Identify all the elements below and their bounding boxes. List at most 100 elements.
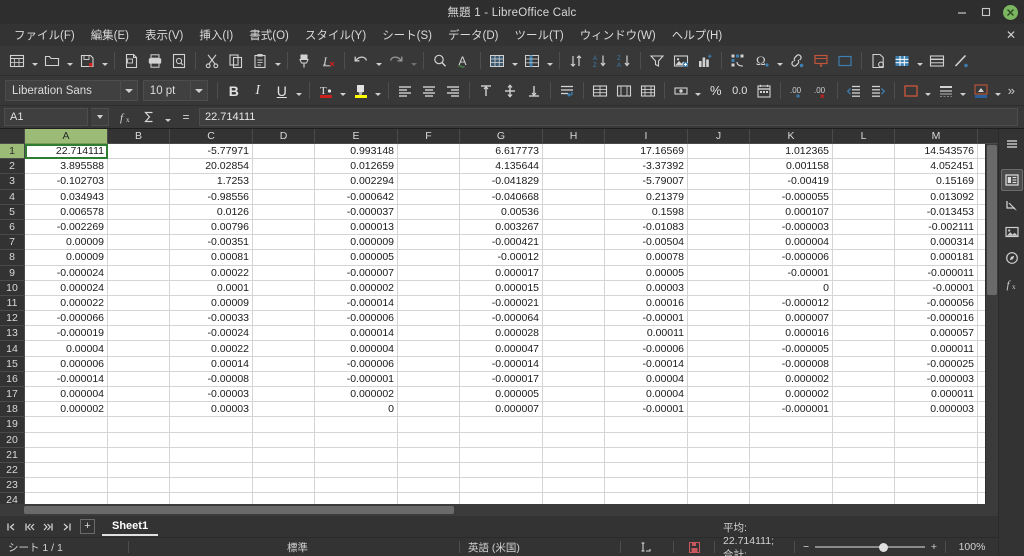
- cell-l9[interactable]: [833, 265, 895, 281]
- bold-button[interactable]: B: [222, 79, 246, 103]
- cell-c22[interactable]: [170, 462, 253, 479]
- currency-icon[interactable]: [669, 79, 693, 103]
- sidebar-functions-icon[interactable]: fx: [1001, 273, 1023, 295]
- cell-l6[interactable]: [833, 219, 895, 236]
- zoom-slider[interactable]: − +: [795, 538, 945, 556]
- font-name-input[interactable]: Liberation Sans: [5, 80, 121, 101]
- cell-b2[interactable]: [108, 159, 170, 175]
- cell-m19[interactable]: [895, 417, 978, 433]
- cell-c24[interactable]: [170, 493, 253, 504]
- menu-edit[interactable]: 編集(E): [83, 25, 137, 45]
- cell-g16[interactable]: -0.000017: [460, 371, 543, 387]
- cell-b23[interactable]: [108, 478, 170, 494]
- clear-formatting-icon[interactable]: I: [316, 49, 340, 73]
- cell-k21[interactable]: [750, 447, 833, 463]
- cell-a14[interactable]: 0.00004: [25, 341, 108, 357]
- cell-h18[interactable]: [543, 402, 605, 418]
- cell-m4[interactable]: 0.013092: [895, 189, 978, 205]
- row-header-2[interactable]: 2: [0, 159, 25, 175]
- cell-n11[interactable]: [978, 295, 985, 312]
- underline-dropdown[interactable]: [294, 79, 305, 103]
- cell-l2[interactable]: [833, 159, 895, 175]
- cell-h24[interactable]: [543, 493, 605, 504]
- cell-l13[interactable]: [833, 326, 895, 342]
- export-pdf-icon[interactable]: [119, 49, 143, 73]
- cell-c21[interactable]: [170, 447, 253, 463]
- cell-d9[interactable]: [253, 265, 315, 281]
- cell-m14[interactable]: 0.000011: [895, 341, 978, 357]
- find-replace-icon[interactable]: [428, 49, 452, 73]
- row-header-21[interactable]: 21: [0, 447, 25, 463]
- autofilter-dropdown[interactable]: [509, 49, 520, 73]
- cell-c10[interactable]: 0.0001: [170, 280, 253, 296]
- menu-help[interactable]: ヘルプ(H): [664, 25, 730, 45]
- row-header-4[interactable]: 4: [0, 189, 25, 205]
- cell-c18[interactable]: 0.00003: [170, 402, 253, 418]
- row-header-18[interactable]: 18: [0, 402, 25, 418]
- cell-b1[interactable]: [108, 144, 170, 160]
- column-header-l[interactable]: L: [833, 129, 895, 144]
- cell-d22[interactable]: [253, 462, 315, 479]
- zoom-slider-track[interactable]: [815, 542, 925, 552]
- font-color-dropdown[interactable]: [338, 79, 349, 103]
- cell-k5[interactable]: 0.000107: [750, 204, 833, 220]
- cell-a6[interactable]: -0.002269: [25, 219, 108, 236]
- row-header-15[interactable]: 15: [0, 356, 25, 372]
- cell-c23[interactable]: [170, 478, 253, 494]
- cell-h10[interactable]: [543, 280, 605, 296]
- cell-h14[interactable]: [543, 341, 605, 357]
- insert-chart-icon[interactable]: [693, 49, 717, 73]
- cell-f11[interactable]: [398, 295, 460, 312]
- decrease-indent-icon[interactable]: [842, 79, 866, 103]
- cut-icon[interactable]: [200, 49, 224, 73]
- cell-i6[interactable]: -0.01083: [605, 219, 688, 236]
- cell-a12[interactable]: -0.000066: [25, 311, 108, 327]
- undo-icon[interactable]: [349, 49, 373, 73]
- row-header-20[interactable]: 20: [0, 432, 25, 448]
- cell-m8[interactable]: 0.000181: [895, 250, 978, 266]
- paste-dropdown[interactable]: [272, 49, 283, 73]
- autofilter-icon[interactable]: [485, 49, 509, 73]
- cell-b16[interactable]: [108, 371, 170, 387]
- cell-c9[interactable]: 0.00022: [170, 265, 253, 281]
- column-header-a[interactable]: A: [25, 129, 108, 144]
- column-header-i[interactable]: I: [605, 129, 688, 144]
- cell-d1[interactable]: [253, 144, 315, 160]
- cell-k13[interactable]: 0.000016: [750, 326, 833, 342]
- cell-a15[interactable]: 0.000006: [25, 356, 108, 372]
- cell-c6[interactable]: 0.00796: [170, 219, 253, 236]
- cell-e5[interactable]: -0.000037: [315, 204, 398, 220]
- cell-i13[interactable]: 0.00011: [605, 326, 688, 342]
- cell-g20[interactable]: [460, 432, 543, 448]
- cell-j21[interactable]: [688, 447, 750, 463]
- cell-l12[interactable]: [833, 311, 895, 327]
- cell-e22[interactable]: [315, 462, 398, 479]
- border-style-dropdown[interactable]: [958, 79, 969, 103]
- cell-h21[interactable]: [543, 447, 605, 463]
- cell-n2[interactable]: [978, 159, 985, 175]
- cell-h4[interactable]: [543, 189, 605, 205]
- cell-f10[interactable]: [398, 280, 460, 296]
- cell-d14[interactable]: [253, 341, 315, 357]
- cell-i15[interactable]: -0.00014: [605, 356, 688, 372]
- close-document-button[interactable]: ✕: [1006, 28, 1016, 42]
- cell-l10[interactable]: [833, 280, 895, 296]
- cell-b8[interactable]: [108, 250, 170, 266]
- vertical-scroll-thumb[interactable]: [987, 145, 997, 295]
- cell-a18[interactable]: 0.000002: [25, 402, 108, 418]
- cell-c13[interactable]: -0.00024: [170, 326, 253, 342]
- cell-h23[interactable]: [543, 478, 605, 494]
- cell-g8[interactable]: -0.00012: [460, 250, 543, 266]
- cell-m24[interactable]: [895, 493, 978, 504]
- cell-k2[interactable]: 0.001158: [750, 159, 833, 175]
- cell-f6[interactable]: [398, 219, 460, 236]
- cell-d18[interactable]: [253, 402, 315, 418]
- cell-k1[interactable]: 1.012365: [750, 144, 833, 160]
- menu-data[interactable]: データ(D): [440, 25, 506, 45]
- cell-n4[interactable]: [978, 189, 985, 205]
- cell-c16[interactable]: -0.00008: [170, 371, 253, 387]
- cell-j18[interactable]: [688, 402, 750, 418]
- first-sheet-button[interactable]: [4, 519, 20, 535]
- sidebar-properties-icon[interactable]: [1000, 169, 1023, 191]
- merge-cells-icon[interactable]: [588, 79, 612, 103]
